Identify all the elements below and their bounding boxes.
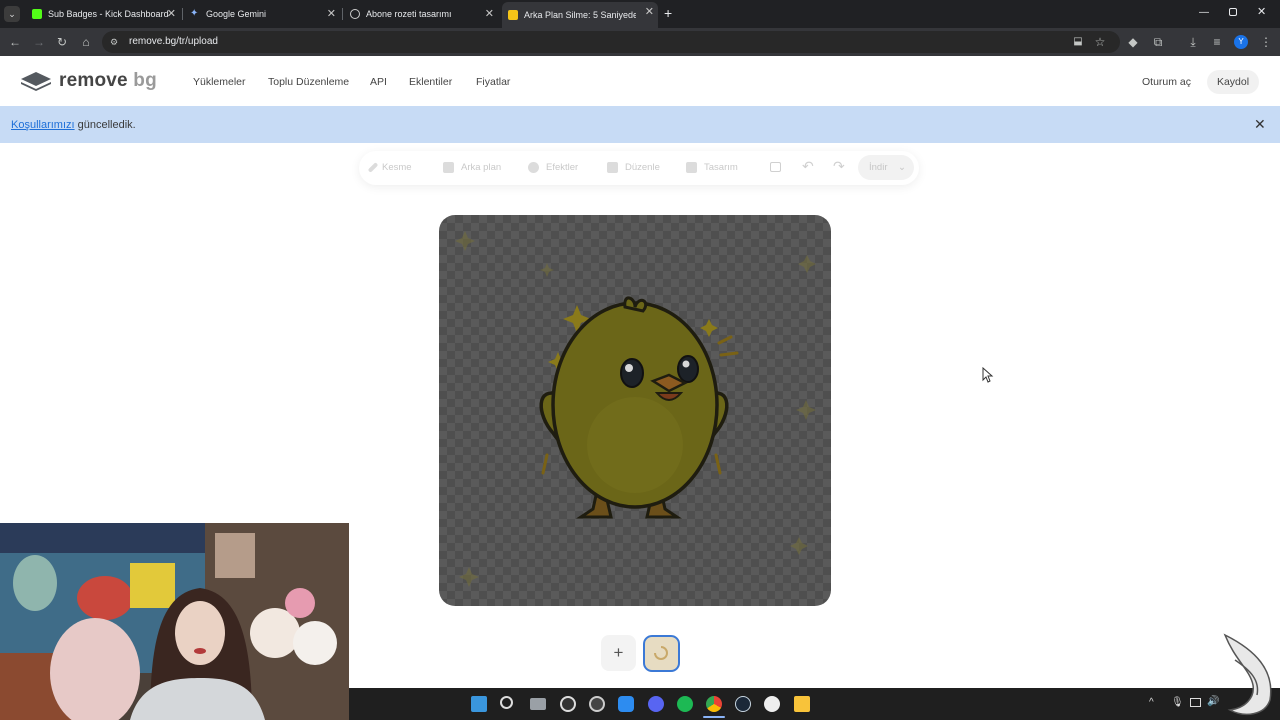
download-button[interactable]: İndir ⌄ — [858, 155, 914, 180]
nav-bulk-edit[interactable]: Toplu Düzenleme — [268, 76, 349, 88]
active-app-indicator — [703, 716, 725, 718]
tool-cut[interactable]: Kesme — [367, 162, 412, 173]
window-close-icon[interactable]: ✕ — [1257, 5, 1266, 18]
tab-divider — [182, 8, 183, 20]
selected-image-thumbnail[interactable] — [643, 635, 680, 672]
site-header — [0, 57, 1280, 106]
loading-spinner-icon — [654, 646, 668, 660]
removebg-logo-text[interactable]: remove bg — [59, 70, 157, 92]
tool-adjust[interactable]: Düzenle — [607, 162, 660, 173]
signup-button[interactable]: Kaydol — [1207, 70, 1259, 94]
image-canvas[interactable] — [439, 215, 831, 606]
login-link[interactable]: Oturum aç — [1142, 76, 1191, 88]
tab-title: Sub Badges - Kick Dashboard — [48, 9, 169, 19]
tab-kick-dashboard[interactable]: Sub Badges - Kick Dashboard ✕ — [26, 4, 180, 24]
network-icon[interactable] — [1190, 698, 1201, 707]
image-icon — [443, 162, 454, 173]
url-text: remove.bg/tr/upload — [129, 36, 218, 47]
dragon-watermark-icon — [1223, 633, 1272, 716]
compare-icon[interactable] — [770, 162, 781, 172]
spotify-icon[interactable] — [677, 696, 693, 712]
tool-design[interactable]: Tasarım — [686, 162, 738, 173]
gemini-icon: ✦ — [190, 8, 199, 19]
media-control-icon[interactable]: ≡ — [1209, 34, 1225, 50]
extensions-puzzle-icon[interactable]: ⧉ — [1150, 34, 1166, 50]
obs-icon[interactable] — [560, 696, 576, 712]
tab-google-gemini[interactable]: ✦ Google Gemini ✕ — [184, 4, 340, 24]
browser-menu-icon[interactable]: ⋮ — [1258, 34, 1274, 50]
chick-image — [455, 231, 816, 587]
site-info-icon[interactable]: ⚙ — [110, 37, 118, 48]
nav-api[interactable]: API — [370, 76, 387, 88]
task-view-icon[interactable] — [530, 698, 546, 710]
microphone-icon[interactable]: 🎙 — [1171, 697, 1184, 708]
app-red-icon[interactable] — [589, 696, 605, 712]
nav-uploads[interactable]: Yüklemeler — [193, 76, 246, 88]
new-tab-button[interactable]: + — [664, 6, 672, 20]
tab-search-button[interactable]: ⌄ — [4, 6, 20, 22]
terms-banner — [0, 106, 1280, 143]
chrome-icon[interactable] — [706, 696, 722, 712]
close-tab-icon[interactable]: ✕ — [645, 5, 654, 19]
close-tab-icon[interactable]: ✕ — [167, 7, 176, 21]
windows-start-icon[interactable] — [471, 696, 487, 712]
kick-icon — [32, 9, 42, 19]
design-icon — [686, 162, 697, 173]
file-explorer-icon[interactable] — [794, 696, 810, 712]
steam-icon[interactable] — [735, 696, 751, 712]
window-minimize-icon[interactable]: — — [1199, 7, 1209, 18]
tool-background[interactable]: Arka plan — [443, 162, 501, 173]
effects-icon — [528, 162, 539, 173]
discord-icon[interactable] — [648, 696, 664, 712]
chevron-down-icon: ⌄ — [898, 162, 906, 173]
tab-title: Google Gemini — [206, 9, 267, 19]
install-app-icon[interactable]: ⬓ — [1070, 34, 1086, 50]
removebg-favicon — [508, 10, 518, 20]
banner-close-icon[interactable]: ✕ — [1254, 116, 1266, 133]
adjust-icon — [607, 162, 618, 173]
tab-abone-rozeti[interactable]: Abone rozeti tasarımı ✕ — [344, 4, 498, 24]
app-white-icon[interactable] — [764, 696, 780, 712]
reload-icon[interactable]: ↻ — [54, 34, 70, 50]
tab-title: Abone rozeti tasarımı — [366, 9, 452, 19]
tray-chevron-icon[interactable]: ^ — [1149, 697, 1154, 708]
extension-diamond-icon[interactable]: ◆ — [1125, 34, 1141, 50]
close-tab-icon[interactable]: ✕ — [485, 7, 494, 21]
removebg-logo-icon[interactable] — [21, 72, 51, 92]
tab-title: Arka Plan Silme: 5 Saniyede Mü — [524, 10, 636, 20]
add-image-button[interactable]: + — [601, 635, 636, 671]
window-restore-icon[interactable] — [1229, 8, 1237, 16]
webcam-overlay — [0, 523, 349, 720]
nav-pricing[interactable]: Fiyatlar — [476, 76, 510, 88]
undo-icon[interactable]: ↶ — [802, 158, 814, 175]
tab-divider — [342, 8, 343, 20]
tab-remove-bg[interactable]: Arka Plan Silme: 5 Saniyede Mü ✕ — [502, 2, 658, 28]
download-icon[interactable]: ⤓ — [1185, 34, 1201, 50]
redo-icon[interactable]: ↷ — [833, 158, 845, 175]
nav-extensions[interactable]: Eklentiler — [409, 76, 452, 88]
back-arrow-icon[interactable]: ← — [7, 34, 23, 50]
close-tab-icon[interactable]: ✕ — [327, 7, 336, 21]
mouse-cursor-icon — [982, 367, 994, 383]
home-icon[interactable]: ⌂ — [78, 34, 94, 50]
tool-effects[interactable]: Efektler — [528, 162, 578, 173]
address-bar[interactable] — [102, 31, 1120, 53]
profile-avatar[interactable]: Y — [1234, 35, 1248, 49]
bookmark-star-icon[interactable]: ☆ — [1092, 34, 1108, 50]
banner-message: Koşullarımızı güncelledik. — [11, 119, 136, 131]
forward-arrow-icon[interactable]: → — [31, 34, 47, 50]
chatgpt-icon — [350, 9, 360, 19]
app-blue-icon[interactable] — [618, 696, 634, 712]
webcam-feed — [0, 523, 349, 720]
windows-taskbar — [349, 688, 1280, 720]
search-icon[interactable] — [500, 696, 513, 709]
terms-link[interactable]: Koşullarımızı — [11, 119, 75, 131]
